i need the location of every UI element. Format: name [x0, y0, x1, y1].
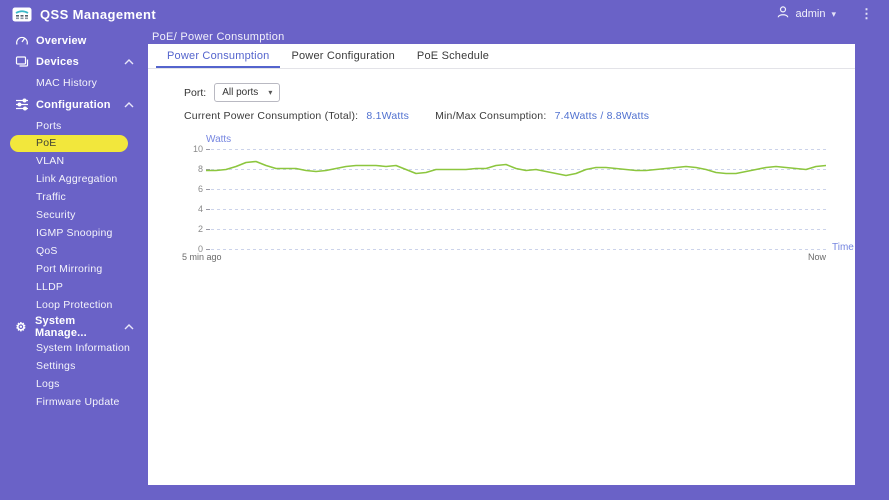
tab-power-consumption[interactable]: Power Consumption: [156, 45, 281, 68]
sidebar-item-system-information[interactable]: System Information: [0, 339, 148, 357]
current-consumption-label: Current Power Consumption (Total):: [184, 110, 359, 122]
sidebar-item-label: Devices: [36, 55, 79, 68]
stats-row: Current Power Consumption (Total): 8.1Wa…: [184, 110, 855, 122]
port-label: Port:: [184, 86, 207, 99]
sidebar-item-qos[interactable]: QoS: [0, 242, 148, 260]
sidebar-item-settings[interactable]: Settings: [0, 357, 148, 375]
sidebar-item-mac-history[interactable]: MAC History: [0, 74, 148, 92]
main-panel: Power Consumption Power Configuration Po…: [148, 44, 855, 485]
port-select[interactable]: All ports ▾: [214, 83, 281, 102]
sidebar-item-vlan[interactable]: VLAN: [0, 152, 148, 170]
sidebar-item-logs[interactable]: Logs: [0, 375, 148, 393]
sidebar-item-lldp[interactable]: LLDP: [0, 278, 148, 296]
y-axis-ticks: 10 8 6 4 2 0: [182, 144, 206, 254]
user-name: admin: [795, 8, 826, 20]
sidebar: Overview Devices MAC History Configurati…: [0, 28, 148, 500]
tab-power-configuration[interactable]: Power Configuration: [280, 45, 405, 68]
sidebar-item-igmp-snooping[interactable]: IGMP Snooping: [0, 224, 148, 242]
x-axis-title: Time: [832, 242, 854, 253]
y-tick-label: 6: [197, 183, 203, 194]
minmax-consumption-value: 7.4Watts / 8.8Watts: [554, 110, 650, 122]
y-tick-label: 2: [197, 223, 203, 234]
consumption-line: [206, 160, 827, 177]
sidebar-item-label: Overview: [36, 34, 87, 47]
sidebar-item-label: Configuration: [36, 98, 111, 111]
chevron-up-icon: [124, 58, 134, 65]
y-tick-label: 4: [197, 203, 203, 214]
chevron-up-icon: [124, 101, 134, 108]
app-logo-icon: [12, 6, 32, 23]
chevron-down-icon: ▾: [831, 8, 836, 19]
port-select-value: All ports: [222, 87, 259, 98]
sidebar-item-firmware-update[interactable]: Firmware Update: [0, 393, 148, 411]
sidebar-item-ports[interactable]: Ports: [0, 117, 148, 135]
sidebar-item-overview[interactable]: Overview: [0, 30, 148, 51]
gauge-icon: [14, 34, 29, 47]
sidebar-item-configuration[interactable]: Configuration: [0, 94, 148, 115]
power-consumption-chart: Watts 10 8 6 4 2 0 5 min ago Now Time: [182, 134, 855, 262]
more-options-button[interactable]: ⋮: [856, 6, 877, 22]
plot-area: 5 min ago Now Time: [182, 149, 854, 262]
x-axis-end-label: Now: [807, 252, 826, 262]
user-menu[interactable]: admin ▾: [776, 5, 836, 24]
sidebar-item-system-management[interactable]: ⚙ System Manage...: [0, 314, 148, 339]
tab-bar: Power Consumption Power Configuration Po…: [148, 44, 855, 69]
tab-poe-schedule[interactable]: PoE Schedule: [406, 45, 500, 68]
y-axis-title: Watts: [206, 134, 232, 145]
sliders-icon: [14, 98, 29, 111]
chevron-up-icon: [124, 323, 134, 330]
chart-canvas: [206, 149, 827, 250]
sidebar-item-port-mirroring[interactable]: Port Mirroring: [0, 260, 148, 278]
minmax-consumption-label: Min/Max Consumption:: [435, 110, 547, 122]
x-axis-start-label: 5 min ago: [182, 252, 222, 262]
sidebar-item-traffic[interactable]: Traffic: [0, 188, 148, 206]
devices-icon: [14, 55, 29, 68]
current-consumption-value: 8.1Watts: [366, 110, 410, 122]
sidebar-item-poe[interactable]: PoE: [10, 135, 128, 152]
user-icon: [776, 5, 790, 24]
top-bar: QSS Management admin ▾ ⋮: [0, 0, 889, 28]
app-title: QSS Management: [40, 6, 157, 22]
gear-icon: ⚙: [15, 319, 27, 334]
sidebar-item-label: System Manage...: [34, 314, 87, 339]
sidebar-item-security[interactable]: Security: [0, 206, 148, 224]
breadcrumb[interactable]: PoE/ Power Consumption: [152, 31, 285, 43]
sidebar-item-link-aggregation[interactable]: Link Aggregation: [0, 170, 148, 188]
minmax-consumption-stat: Min/Max Consumption: 7.4Watts / 8.8Watts: [435, 110, 649, 122]
sidebar-item-loop-protection[interactable]: Loop Protection: [0, 296, 148, 314]
sidebar-item-devices[interactable]: Devices: [0, 51, 148, 72]
y-tick-label: 8: [197, 163, 203, 174]
current-consumption-stat: Current Power Consumption (Total): 8.1Wa…: [184, 110, 409, 122]
y-tick-label: 10: [192, 143, 203, 154]
port-filter-row: Port: All ports ▾: [184, 83, 855, 102]
chevron-down-icon: ▾: [268, 88, 273, 97]
